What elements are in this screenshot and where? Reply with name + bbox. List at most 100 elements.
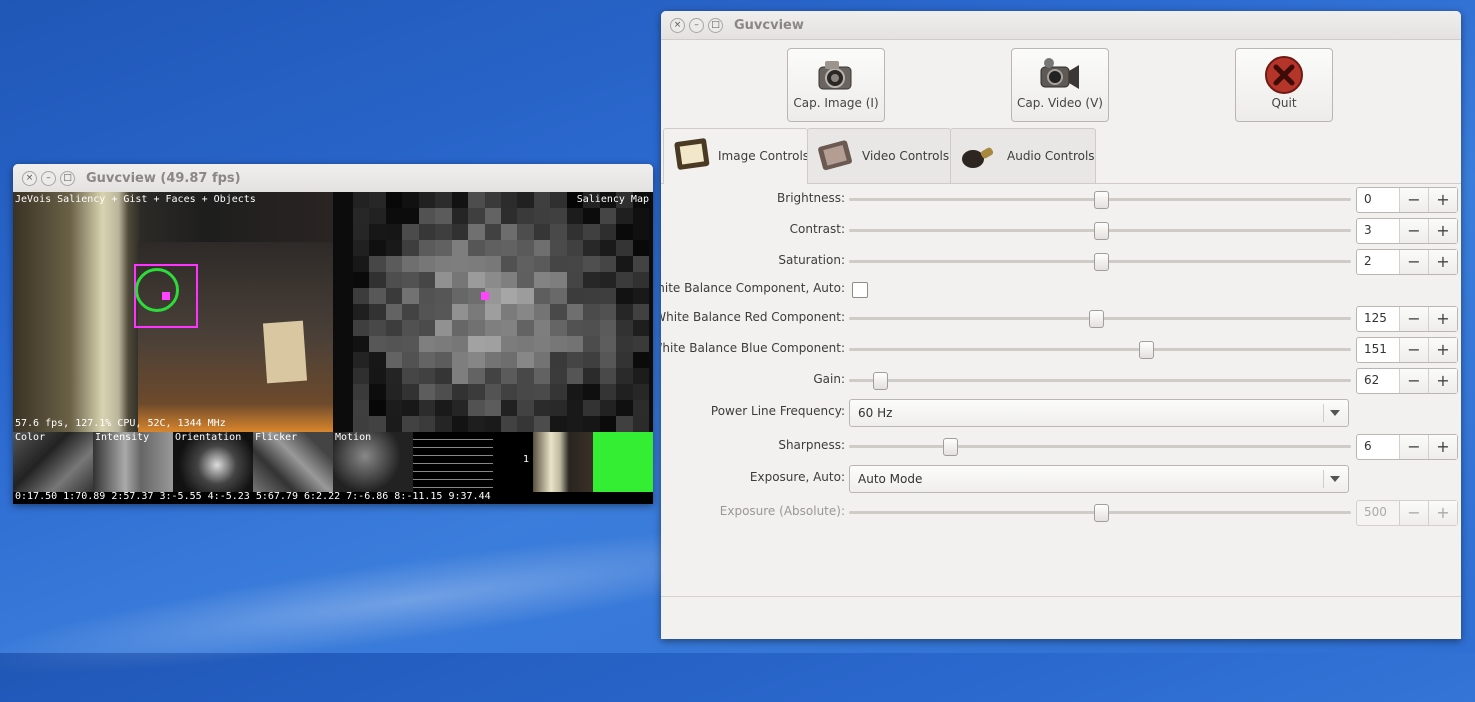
saliency-tile — [501, 352, 518, 368]
exposure-auto-row: Exposure, Auto: Auto Mode — [661, 465, 1461, 493]
decrement-button[interactable]: − — [1399, 219, 1428, 243]
saliency-tile — [550, 192, 567, 208]
increment-button[interactable]: + — [1428, 369, 1457, 393]
tab-image-controls[interactable]: Image Controls — [663, 128, 809, 184]
increment-button[interactable]: + — [1428, 307, 1457, 331]
slider-handle[interactable] — [873, 372, 889, 390]
wb-auto-checkbox[interactable] — [852, 282, 868, 298]
spinner-value[interactable]: 500 — [1364, 505, 1387, 519]
saliency-tile — [385, 288, 403, 304]
slider-handle[interactable] — [1094, 504, 1109, 522]
increment-button[interactable]: + — [1428, 188, 1457, 212]
increment-button[interactable]: + — [1428, 338, 1457, 362]
slider-handle[interactable] — [1094, 253, 1109, 271]
wb-red-row: White Balance Red Component: 125 − + — [661, 305, 1461, 332]
titlebar[interactable]: × – □ Guvcview — [661, 11, 1461, 40]
exposure-absolute-spinner[interactable]: 500 − + — [1356, 500, 1458, 526]
close-icon[interactable]: × — [670, 18, 685, 33]
spinner-value[interactable]: 151 — [1364, 342, 1387, 356]
sharpness-slider[interactable] — [849, 438, 1351, 456]
decrement-button[interactable]: − — [1399, 369, 1428, 393]
decrement-button[interactable]: − — [1399, 435, 1428, 459]
tab-audio-controls[interactable]: Audio Controls — [950, 128, 1096, 183]
decrement-button[interactable]: − — [1399, 501, 1428, 525]
wb-red-spinner[interactable]: 125 − + — [1356, 306, 1458, 332]
capture-image-button[interactable]: Cap. Image (I) — [787, 48, 885, 122]
exposure-absolute-slider[interactable] — [849, 504, 1351, 522]
increment-button[interactable]: + — [1428, 219, 1457, 243]
saturation-slider[interactable] — [849, 253, 1351, 271]
decrement-button[interactable]: − — [1399, 307, 1428, 331]
minimize-icon[interactable]: – — [689, 18, 704, 33]
spinner-value[interactable]: 6 — [1364, 439, 1372, 453]
wb-blue-spinner[interactable]: 151 − + — [1356, 337, 1458, 363]
close-icon[interactable]: × — [22, 171, 37, 186]
face-thumb — [533, 432, 593, 492]
spinner-value[interactable]: 125 — [1364, 311, 1387, 325]
contrast-slider[interactable] — [849, 222, 1351, 240]
saliency-tile — [550, 384, 567, 400]
saliency-tile — [566, 272, 584, 288]
titlebar[interactable]: × – □ Guvcview (49.87 fps) — [13, 164, 653, 193]
saliency-tile — [501, 240, 518, 256]
saliency-tile — [468, 208, 485, 224]
brightness-spinner[interactable]: 0 − + — [1356, 187, 1458, 213]
minimize-icon[interactable]: – — [41, 171, 56, 186]
spinner-value[interactable]: 2 — [1364, 254, 1372, 268]
dropdown-arrow-icon[interactable] — [1330, 476, 1340, 482]
gain-spinner[interactable]: 62 − + — [1356, 368, 1458, 394]
saliency-tile — [616, 320, 633, 336]
saliency-tile — [517, 320, 534, 336]
maximize-icon[interactable]: □ — [60, 171, 75, 186]
saliency-tile — [418, 224, 436, 240]
saliency-tile — [385, 352, 403, 368]
spinner-value[interactable]: 62 — [1364, 373, 1379, 387]
sharpness-spinner[interactable]: 6 − + — [1356, 434, 1458, 460]
saliency-tile — [517, 208, 534, 224]
saliency-tile — [583, 240, 600, 256]
brightness-slider[interactable] — [849, 191, 1351, 209]
slider-handle[interactable] — [1094, 191, 1109, 209]
saliency-tile — [418, 336, 436, 352]
maximize-icon[interactable]: □ — [708, 18, 723, 33]
slider-handle[interactable] — [1088, 310, 1104, 328]
increment-button[interactable]: + — [1428, 501, 1457, 525]
slider-handle[interactable] — [1139, 341, 1155, 359]
saliency-tile — [616, 336, 633, 352]
decrement-button[interactable]: − — [1399, 188, 1428, 212]
saliency-tile — [533, 240, 551, 256]
slider-handle[interactable] — [1094, 222, 1109, 240]
wb-blue-slider[interactable] — [849, 341, 1351, 359]
saliency-tile — [418, 384, 436, 400]
saliency-tile — [402, 208, 419, 224]
slider-handle[interactable] — [943, 438, 959, 456]
saliency-tile — [468, 384, 485, 400]
saliency-tile — [353, 416, 370, 432]
power-line-dropdown[interactable]: 60 Hz — [849, 399, 1349, 427]
capture-video-button[interactable]: Cap. Video (V) — [1011, 48, 1109, 122]
microphone-icon — [962, 147, 994, 168]
tab-video-controls[interactable]: Video Controls — [807, 128, 951, 183]
saliency-tile — [533, 352, 551, 368]
increment-button[interactable]: + — [1428, 435, 1457, 459]
saliency-tile — [517, 400, 534, 416]
contrast-spinner[interactable]: 3 − + — [1356, 218, 1458, 244]
saturation-spinner[interactable]: 2 − + — [1356, 249, 1458, 275]
spinner-value[interactable]: 0 — [1364, 192, 1372, 206]
wb-red-slider[interactable] — [849, 310, 1351, 328]
dropdown-arrow-icon[interactable] — [1330, 410, 1340, 416]
saliency-tile — [566, 288, 584, 304]
saliency-tile — [402, 384, 419, 400]
decrement-button[interactable]: − — [1399, 250, 1428, 274]
thumb-label: Motion — [335, 432, 372, 443]
object-thumb — [593, 432, 653, 492]
saliency-tile — [468, 368, 485, 384]
spinner-value[interactable]: 3 — [1364, 223, 1372, 237]
decrement-button[interactable]: − — [1399, 338, 1428, 362]
exposure-auto-dropdown[interactable]: Auto Mode — [849, 465, 1349, 493]
increment-button[interactable]: + — [1428, 250, 1457, 274]
saliency-tile — [632, 224, 649, 240]
quit-button[interactable]: Quit — [1235, 48, 1333, 122]
saliency-tile — [583, 400, 600, 416]
gain-slider[interactable] — [849, 372, 1351, 390]
